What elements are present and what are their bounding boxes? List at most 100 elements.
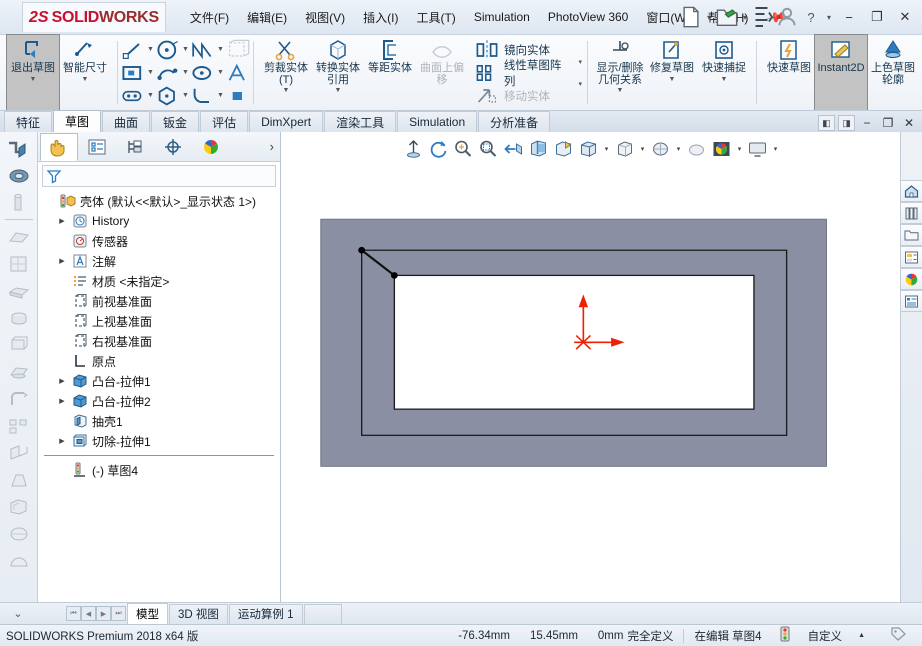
tree-item-sensors[interactable]: 传感器: [42, 231, 280, 251]
menu-item-edit[interactable]: 编辑(E): [239, 5, 295, 30]
fillet-caret-icon[interactable]: ▼: [215, 92, 226, 99]
appearance-caret-icon[interactable]: ▾: [674, 145, 684, 153]
rotate-view-icon[interactable]: [427, 137, 451, 161]
rapid-sketch-button[interactable]: 快速草图: [763, 35, 815, 110]
bottom-tab-3dviews[interactable]: 3D 视图: [169, 603, 228, 624]
polygon-icon[interactable]: [156, 85, 180, 107]
section-view-icon[interactable]: [527, 137, 551, 161]
trim-entities-caret-icon[interactable]: ▼: [283, 87, 290, 94]
bottom-tab-model[interactable]: 模型: [127, 603, 168, 624]
window-maximize-button[interactable]: ❐: [864, 6, 890, 28]
tab-analysis-prep[interactable]: 分析准备: [478, 111, 551, 132]
first-tab-button[interactable]: ⏮: [66, 606, 81, 621]
prev-tab-button[interactable]: ◀: [81, 606, 96, 621]
configuration-manager-icon[interactable]: [116, 133, 154, 161]
menu-item-simulation[interactable]: Simulation: [466, 6, 538, 28]
open-folder-icon[interactable]: [716, 5, 738, 29]
pattern-group-expand-icon[interactable]: ▾ ▾: [577, 35, 585, 110]
view-palette-icon[interactable]: [901, 246, 922, 268]
property-manager-icon[interactable]: [78, 133, 116, 161]
bottom-tab-motion-study[interactable]: 运动算例 1: [228, 603, 303, 624]
line-icon[interactable]: [121, 39, 145, 61]
slot-icon[interactable]: [121, 85, 145, 107]
display-delete-relations-button[interactable]: 显示/删除几何关系 ▼: [594, 35, 646, 110]
rollback-bar[interactable]: [44, 455, 274, 456]
help-question-icon[interactable]: ?: [800, 5, 822, 29]
custom-properties-icon[interactable]: [901, 290, 922, 312]
expand-arrow-icon[interactable]: ▶: [56, 257, 68, 265]
restore-doc-icon[interactable]: ❐: [879, 115, 897, 131]
minimize-doc-icon[interactable]: −: [858, 115, 876, 131]
new-document-icon[interactable]: [680, 5, 702, 29]
tree-item-top-plane[interactable]: 上视基准面: [42, 311, 280, 331]
text-icon[interactable]: [226, 62, 250, 84]
last-tab-button[interactable]: ⏭: [111, 606, 126, 621]
fillet-icon[interactable]: [191, 85, 215, 107]
ellipse-caret-icon[interactable]: ▼: [215, 69, 226, 76]
status-custom-label[interactable]: 自定义: [798, 628, 853, 644]
menu-item-file[interactable]: 文件(F): [182, 5, 237, 30]
next-pane-icon[interactable]: ◨: [838, 115, 855, 131]
user-account-icon[interactable]: [776, 5, 798, 29]
view-orientation-icon[interactable]: [552, 137, 576, 161]
display-monitor-icon[interactable]: [746, 137, 770, 161]
tree-item-material[interactable]: 材质 <未指定>: [42, 271, 280, 291]
new-document-caret-icon[interactable]: ▾: [704, 5, 714, 29]
tree-item-shell1[interactable]: 抽壳1: [42, 411, 280, 431]
arc-icon[interactable]: [156, 62, 180, 84]
tab-render-tools[interactable]: 渲染工具: [324, 111, 397, 132]
display-manager-icon[interactable]: [192, 133, 230, 161]
dimxpert-manager-icon[interactable]: [154, 133, 192, 161]
ellipse-icon[interactable]: [191, 62, 215, 84]
slot-caret-icon[interactable]: ▼: [145, 92, 156, 99]
rebuild-icon[interactable]: [752, 5, 774, 29]
prev-pane-icon[interactable]: ◧: [818, 115, 835, 131]
tree-root-part[interactable]: 壳体 (默认<<默认>_显示状态 1>): [42, 191, 280, 211]
spline-icon[interactable]: [191, 39, 215, 61]
quick-snaps-caret-icon[interactable]: ▼: [721, 76, 728, 83]
tree-item-cut-extrude1[interactable]: ▶ 切除-拉伸1: [42, 431, 280, 451]
expand-arrow-icon[interactable]: ▶: [56, 437, 68, 445]
expand-arrow-icon[interactable]: ▶: [56, 377, 68, 385]
close-doc-icon[interactable]: ✕: [900, 115, 918, 131]
display-style-caret-icon[interactable]: ▾: [602, 145, 612, 153]
linear-sketch-pattern-button[interactable]: 线性草图阵列: [471, 60, 577, 88]
expand-panel-arrow-icon[interactable]: ›: [270, 139, 274, 154]
tree-item-origin[interactable]: 原点: [42, 351, 280, 371]
expand-arrow-icon[interactable]: ▶: [56, 217, 68, 225]
smart-dimension-button[interactable]: 智能尺寸 ▼: [59, 35, 111, 110]
window-close-button[interactable]: ✕: [892, 6, 918, 28]
circle-icon[interactable]: [156, 39, 180, 61]
help-caret-icon[interactable]: ▾: [824, 5, 834, 29]
line-caret-icon[interactable]: ▼: [145, 46, 156, 53]
menu-item-photoview360[interactable]: PhotoView 360: [540, 6, 637, 28]
hide-show-items-icon[interactable]: [613, 137, 637, 161]
expand-arrow-icon[interactable]: ▶: [56, 397, 68, 405]
file-explorer-icon[interactable]: [901, 224, 922, 246]
display-delete-relations-caret-icon[interactable]: ▼: [617, 87, 624, 94]
hide-show-caret-icon[interactable]: ▾: [638, 145, 648, 153]
exit-sketch-button[interactable]: 退出草图 ▼: [6, 34, 60, 111]
feature-manager-icon[interactable]: [40, 132, 78, 161]
menu-item-view[interactable]: 视图(V): [297, 5, 353, 30]
tree-item-active-sketch[interactable]: (-) 草图4: [42, 460, 280, 480]
trim-entities-button[interactable]: 剪裁实体(T) ▼: [260, 35, 312, 110]
previous-view-icon[interactable]: [502, 137, 526, 161]
tag-icon[interactable]: [865, 627, 916, 644]
shaded-sketch-contours-button[interactable]: 上色草图轮廓: [867, 35, 919, 110]
tree-item-front-plane[interactable]: 前视基准面: [42, 291, 280, 311]
polygon-caret-icon[interactable]: ▼: [180, 92, 191, 99]
view-settings-caret-icon[interactable]: ▾: [735, 145, 745, 153]
convert-entities-button[interactable]: 转换实体引用 ▼: [312, 35, 364, 110]
tree-item-boss-extrude1[interactable]: ▶ 凸台-拉伸1: [42, 371, 280, 391]
zoom-in-out-icon[interactable]: [452, 137, 476, 161]
next-tab-button[interactable]: ▶: [96, 606, 111, 621]
tab-simulation[interactable]: Simulation: [397, 111, 478, 132]
tab-evaluate[interactable]: 评估: [200, 111, 249, 132]
status-custom-caret-icon[interactable]: ▲: [858, 632, 865, 639]
rectangle-icon[interactable]: [121, 62, 145, 84]
circle-caret-icon[interactable]: ▼: [180, 46, 191, 53]
zoom-to-area-icon[interactable]: [477, 137, 501, 161]
move-entities-button[interactable]: 移动实体: [471, 85, 577, 107]
view-settings-icon[interactable]: [710, 137, 734, 161]
